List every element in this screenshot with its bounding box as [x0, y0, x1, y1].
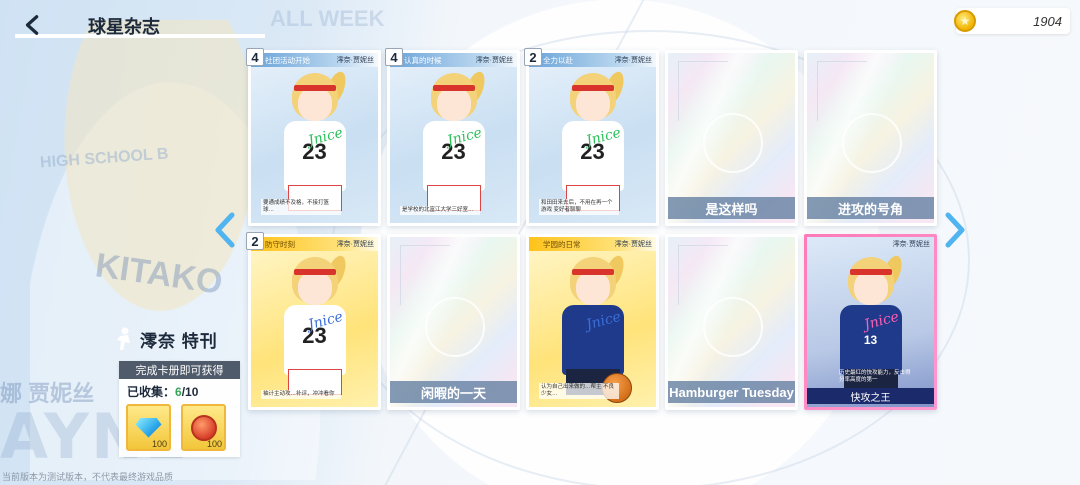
card-art: 学园的日常 澪奈·贾妮丝 Jnice 认为自己出来做的…帮主 不良少女…	[529, 237, 656, 407]
character-illustration: 23 Jnice	[270, 253, 360, 403]
reward-item-basketball-token[interactable]: 100	[181, 404, 226, 451]
diamond-icon	[135, 417, 162, 438]
card-art: 全力以赴 澪奈·贾妮丝 23 Jnice 和田田来去后，不用在再一个游戏 变好者…	[529, 53, 656, 223]
card-title: 学园的日常	[543, 239, 581, 249]
card-art: Hamburger Tuesday	[668, 237, 795, 407]
page-title: 球星杂志	[88, 17, 160, 37]
gold-coin-icon: ★	[954, 10, 976, 32]
card-slot-2[interactable]: 认真的时候 澪奈·贾妮丝 23 Jnice 是学校的北富江大学三好室…	[387, 50, 520, 226]
character-illustration: 23 Jnice	[409, 69, 499, 219]
collected-count: 6	[175, 385, 182, 399]
character-illustration: Jnice	[548, 253, 638, 403]
card-signature: 澪奈·贾妮丝	[614, 57, 652, 64]
reward-item-diamond[interactable]: 100	[126, 404, 171, 451]
card-signature: 澪奈·贾妮丝	[336, 241, 374, 248]
card-header: 学园的日常 澪奈·贾妮丝	[529, 237, 656, 251]
card-art: 认真的时候 澪奈·贾妮丝 23 Jnice 是学校的北富江大学三好室…	[390, 53, 517, 223]
next-page-button[interactable]	[942, 212, 968, 248]
card-slot-5-locked[interactable]: 进攻的号角	[804, 50, 937, 226]
card-slot-9-locked[interactable]: Hamburger Tuesday	[665, 234, 798, 410]
card-signature: 澪奈·贾妮丝	[336, 57, 374, 64]
back-button[interactable]	[16, 8, 50, 42]
card-slot-6[interactable]: 防守时刻 澪奈·贾妮丝 23 Jnice 袖计主动攻…补评，冲冲看你	[248, 234, 381, 410]
card-signature: 澪奈·贾妮丝	[475, 57, 513, 64]
card-art: 闲暇的一天	[390, 237, 517, 407]
completion-reward-panel: 完成卡册即可获得 已收集：6/10 100 100	[119, 361, 240, 457]
card-art: 进攻的号角	[807, 53, 934, 223]
card-slot-8[interactable]: 学园的日常 澪奈·贾妮丝 Jnice 认为自己出来做的…帮主 不良少女…	[526, 234, 659, 410]
card-header: 澪奈·贾妮丝	[807, 237, 934, 251]
card-art: 社团活动开始 澪奈·贾妮丝 23 Jnice 要通成绩不及格，不接打篮球…	[251, 53, 378, 223]
card-caption: 是学校的北富江大学三好室…	[400, 206, 480, 215]
card-header: 全力以赴 澪奈·贾妮丝	[529, 53, 656, 67]
card-caption: 和田田来去后，不用在再一个游戏 变好者聊聊	[539, 199, 619, 215]
card-title: 认真的时候	[404, 55, 442, 65]
card-signature: 澪奈·贾妮丝	[614, 241, 652, 248]
card-locked-label: 是这样吗	[668, 197, 795, 219]
chevron-left-icon	[25, 15, 39, 35]
card-locked-label: 进攻的号角	[807, 197, 934, 219]
jersey-number: 13	[863, 333, 878, 347]
collected-total: /10	[181, 385, 199, 399]
chevron-right-icon	[945, 212, 965, 248]
card-count-badge: 4	[246, 48, 264, 66]
prev-page-button[interactable]	[212, 212, 238, 248]
footer-note: 当前版本为测试版本，不代表最终游戏品质	[2, 472, 174, 482]
card-slot-4-locked[interactable]: 是这样吗	[665, 50, 798, 226]
collected-progress: 已收集：6/10	[119, 379, 240, 404]
card-slot-10[interactable]: 澪奈·贾妮丝 13 Jnice 历史最红的快攻能力，反击得分率高度的第一 快攻之…	[804, 234, 937, 410]
card-header: 防守时刻 澪奈·贾妮丝	[251, 237, 378, 251]
player-silhouette-icon	[117, 327, 130, 350]
collected-label: 已收集：	[127, 385, 176, 399]
card-header: 认真的时候 澪奈·贾妮丝	[390, 53, 517, 67]
card-caption: 袖计主动攻…补评，冲冲看你	[261, 390, 341, 399]
background-text: ALL WEEK	[270, 6, 385, 31]
card-count-badge: 2	[246, 232, 264, 250]
card-locked-label: 闲暇的一天	[390, 381, 517, 403]
card-caption: 要通成绩不及格，不接打篮球…	[261, 199, 341, 215]
card-locked-label: Hamburger Tuesday	[668, 381, 795, 403]
card-count-badge: 4	[385, 48, 403, 66]
issue-title: 澪奈 特刊	[112, 326, 242, 352]
card-slot-3[interactable]: 全力以赴 澪奈·贾妮丝 23 Jnice 和田田来去后，不用在再一个游戏 变好者…	[526, 50, 659, 226]
card-signature: 澪奈·贾妮丝	[892, 241, 930, 248]
card-caption: 认为自己出来做的…帮主 不良少女…	[539, 383, 619, 399]
chevron-left-icon	[215, 212, 235, 248]
reward-header: 完成卡册即可获得	[119, 361, 240, 379]
reward-count: 100	[206, 439, 222, 449]
card-caption: 历史最红的快攻能力，反击得分率高度的第一	[839, 370, 911, 383]
card-art: 是这样吗	[668, 53, 795, 223]
currency-display[interactable]: ★ 1904	[954, 8, 1070, 34]
character-illustration: 23 Jnice	[548, 69, 638, 219]
card-header: 社团活动开始 澪奈·贾妮丝	[251, 53, 378, 67]
header: 球星杂志	[0, 0, 265, 50]
card-art: 防守时刻 澪奈·贾妮丝 23 Jnice 袖计主动攻…补评，冲冲看你	[251, 237, 378, 407]
reward-items: 100 100	[119, 404, 240, 451]
card-count-badge: 2	[524, 48, 542, 66]
card-title: 社团活动开始	[265, 55, 310, 65]
basketball-token-icon	[190, 414, 217, 441]
issue-name: 澪奈 特刊	[140, 331, 218, 351]
card-title: 防守时刻	[265, 239, 295, 249]
character-illustration: 23 Jnice	[270, 69, 360, 219]
card-slot-7-locked[interactable]: 闲暇的一天	[387, 234, 520, 410]
reward-count: 100	[151, 439, 167, 449]
currency-value: 1904	[1033, 13, 1062, 29]
card-title-label: 快攻之王	[807, 388, 934, 404]
card-art: 澪奈·贾妮丝 13 Jnice 历史最红的快攻能力，反击得分率高度的第一 快攻之…	[807, 237, 934, 407]
card-slot-1[interactable]: 社团活动开始 澪奈·贾妮丝 23 Jnice 要通成绩不及格，不接打篮球…	[248, 50, 381, 226]
card-title: 全力以赴	[543, 55, 573, 65]
